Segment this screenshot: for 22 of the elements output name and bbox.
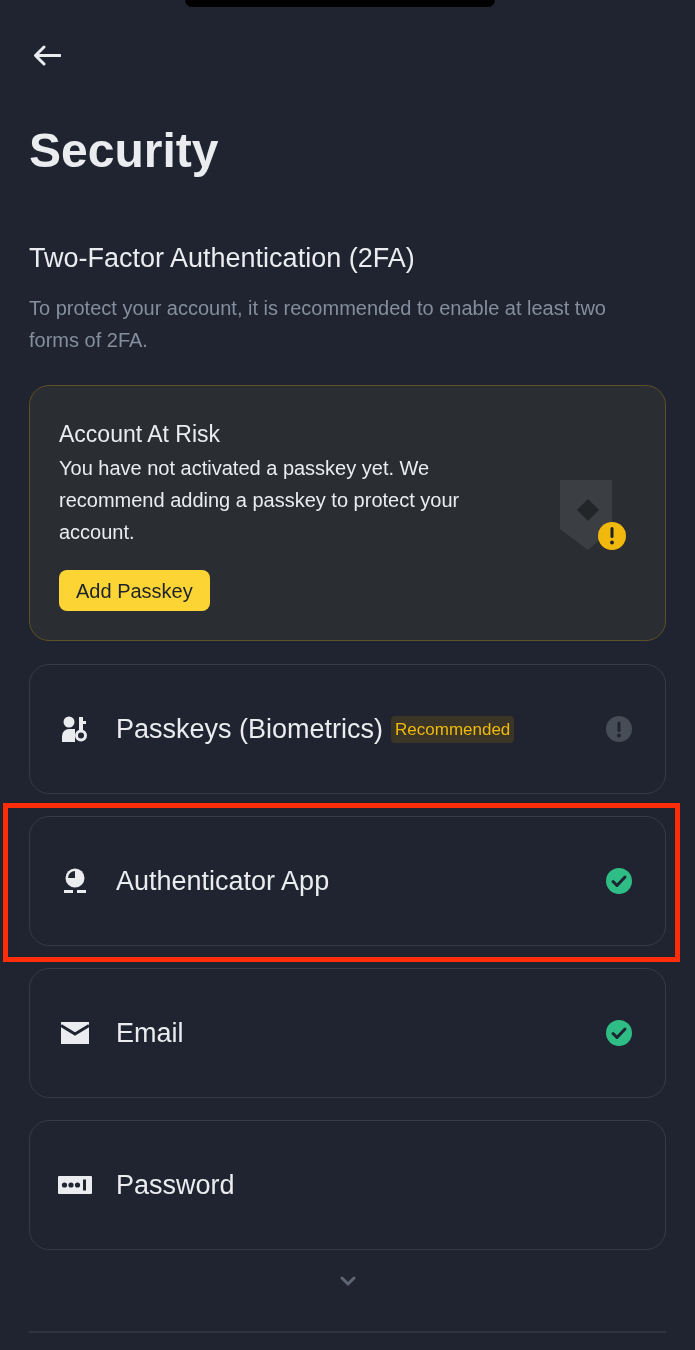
security-method-row[interactable]: Passkeys (Biometrics) Recommended xyxy=(29,664,666,794)
add-passkey-button[interactable]: Add Passkey xyxy=(59,570,210,611)
back-arrow-icon[interactable] xyxy=(33,45,61,66)
method-label: Passkeys (Biometrics) xyxy=(116,713,384,746)
section-description: To protect your account, it is recommended to enable at least two forms of 2FA. xyxy=(29,296,607,353)
alert-message: You have not activated a passkey yet. We recommend adding a passkey to protect your account. xyxy=(59,456,461,545)
security-method-row[interactable]: Authenticator App xyxy=(29,816,666,946)
password-field-icon xyxy=(58,1176,92,1194)
section-heading: Two-Factor Authentication (2FA) xyxy=(29,242,415,275)
envelope-icon xyxy=(61,1022,89,1044)
authenticator-icon xyxy=(62,868,88,894)
expand-chevron-icon[interactable] xyxy=(340,1276,356,1286)
method-label: Authenticator App xyxy=(116,865,330,898)
method-label: Password xyxy=(116,1169,235,1202)
page-title: Security xyxy=(29,123,219,179)
security-method-row[interactable]: Email xyxy=(29,968,666,1098)
person-key-icon xyxy=(62,716,88,742)
shield-warning-icon xyxy=(559,478,626,551)
alert-title: Account At Risk xyxy=(59,420,221,449)
method-label: Email xyxy=(116,1017,184,1050)
security-method-row[interactable]: Password xyxy=(29,1120,666,1250)
recommended-badge: Recommended xyxy=(391,715,515,743)
